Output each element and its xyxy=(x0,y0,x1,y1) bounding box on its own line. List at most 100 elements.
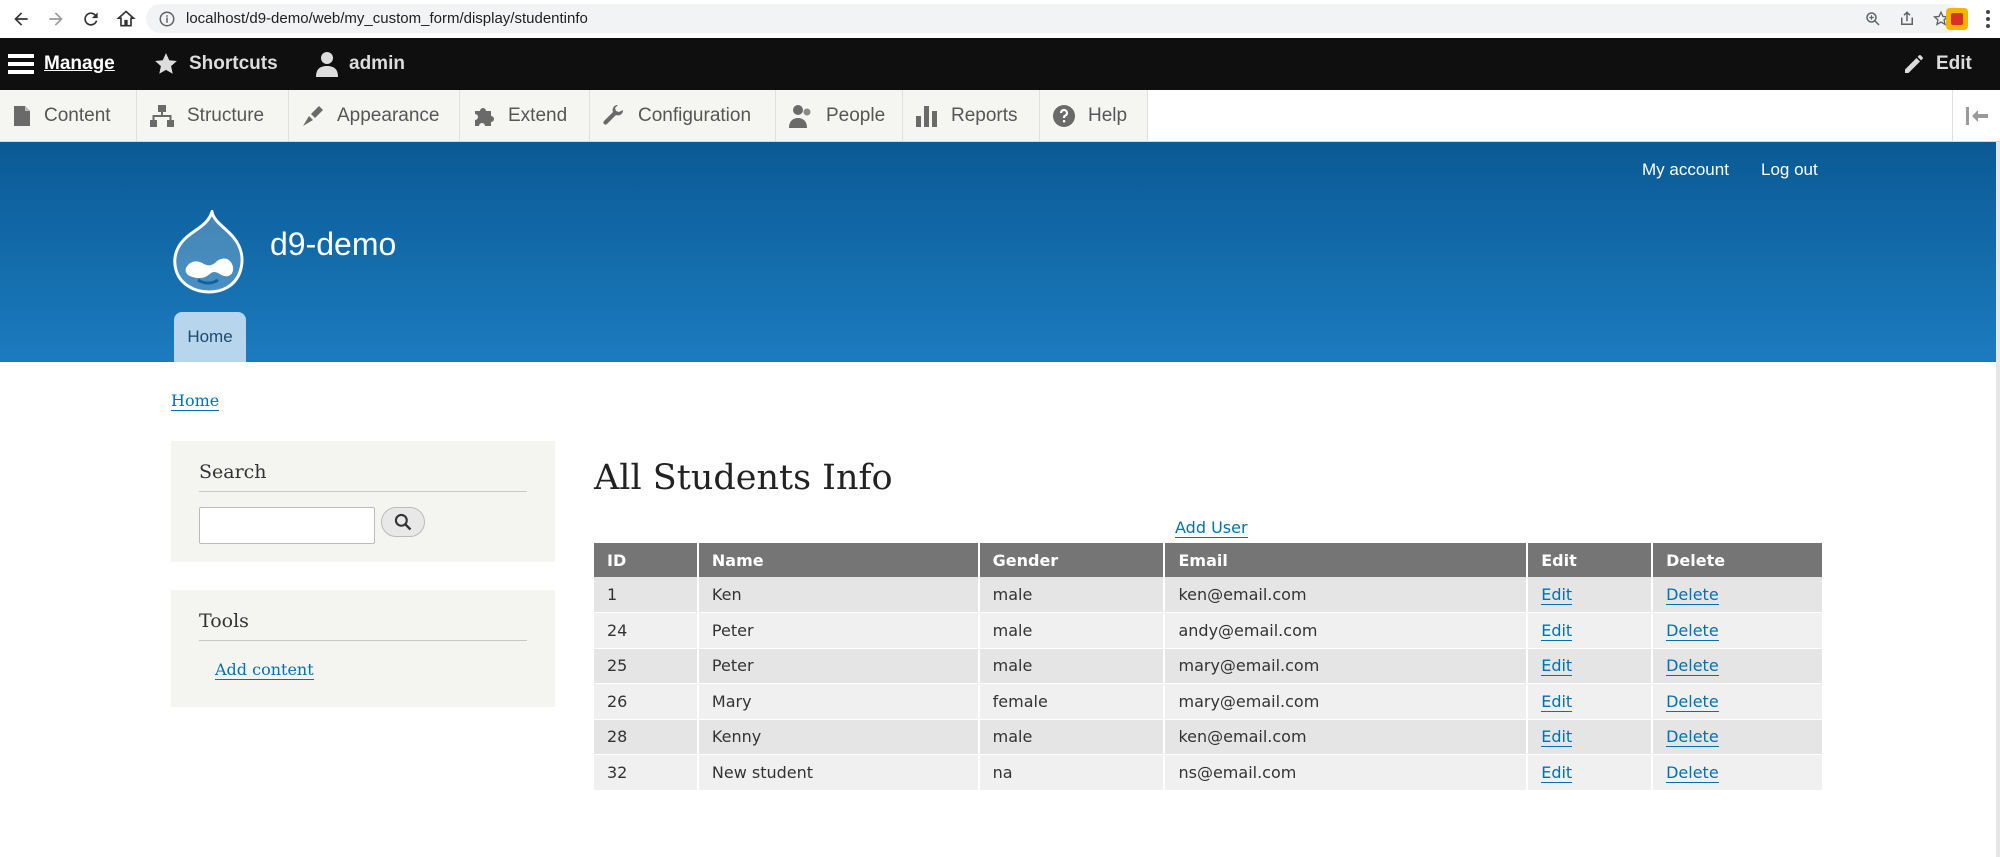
search-input[interactable] xyxy=(199,507,375,544)
menu-item-label: Content xyxy=(44,104,111,126)
url-text[interactable]: localhost/d9-demo/web/my_custom_form/dis… xyxy=(186,10,588,27)
extension-icon[interactable] xyxy=(1946,8,1968,30)
page-scrollbar[interactable] xyxy=(1996,142,2000,857)
delete-link[interactable]: Delete xyxy=(1666,762,1719,783)
help-icon xyxy=(1053,104,1075,127)
user-button[interactable]: admin xyxy=(315,38,405,90)
zoom-icon[interactable] xyxy=(1862,8,1884,30)
address-bar-actions xyxy=(1862,8,1952,30)
edit-link[interactable]: Edit xyxy=(1541,727,1573,748)
edit-link[interactable]: Edit xyxy=(1541,656,1573,677)
column-header-edit: Edit xyxy=(1527,543,1654,577)
site-header: My account Log out d9-demo Home xyxy=(0,142,2000,362)
cell-delete: Delete xyxy=(1652,612,1824,649)
cell-name: Mary xyxy=(697,683,980,720)
back-icon[interactable] xyxy=(7,5,35,33)
menu-item-help[interactable]: Help xyxy=(1040,90,1148,141)
cell-name: New student xyxy=(697,754,980,791)
cell-delete: Delete xyxy=(1652,754,1824,791)
home-icon[interactable] xyxy=(112,5,140,33)
address-bar[interactable]: localhost/d9-demo/web/my_custom_form/dis… xyxy=(146,4,1962,33)
browser-bar: localhost/d9-demo/web/my_custom_form/dis… xyxy=(0,0,2000,38)
cell-name: Kenny xyxy=(697,719,980,755)
cell-email: ken@email.com xyxy=(1164,719,1529,755)
search-button[interactable] xyxy=(381,507,425,537)
menu-item-configuration[interactable]: Configuration xyxy=(590,90,776,141)
cell-delete: Delete xyxy=(1652,648,1824,684)
admin-toolbar: Manage Shortcuts admin Edit xyxy=(0,38,2000,90)
brush-icon xyxy=(303,105,323,126)
cell-delete: Delete xyxy=(1652,683,1824,720)
table-row: 25 Peter male mary@email.com Edit Delete xyxy=(594,648,1824,684)
search-block: Search xyxy=(171,441,555,562)
menu-item-structure[interactable]: Structure xyxy=(137,90,289,141)
cell-name: Peter xyxy=(697,612,980,649)
menu-item-label: People xyxy=(826,104,886,126)
menu-item-label: Extend xyxy=(508,104,568,126)
file-icon xyxy=(14,105,30,126)
cell-delete: Delete xyxy=(1652,577,1824,613)
browser-menu-icon[interactable] xyxy=(1982,8,1994,30)
menu-item-appearance[interactable]: Appearance xyxy=(289,90,460,141)
column-header-email: Email xyxy=(1164,543,1529,577)
delete-link[interactable]: Delete xyxy=(1666,691,1719,712)
shortcuts-label: Shortcuts xyxy=(189,53,278,74)
table-row: 1 Ken male ken@email.com Edit Delete xyxy=(594,577,1824,613)
shortcuts-button[interactable]: Shortcuts xyxy=(153,38,278,90)
nav-tab-home[interactable]: Home xyxy=(174,312,246,362)
user-icon xyxy=(316,52,338,77)
info-icon[interactable] xyxy=(158,10,176,28)
edit-link[interactable]: Edit xyxy=(1541,691,1573,712)
menu-item-content[interactable]: Content xyxy=(0,90,137,141)
pencil-icon xyxy=(1905,55,1923,73)
cell-gender: male xyxy=(978,612,1166,649)
manage-button[interactable]: Manage xyxy=(8,38,115,90)
page-title: All Students Info xyxy=(594,458,893,498)
share-icon[interactable] xyxy=(1896,8,1918,30)
cell-id: 25 xyxy=(594,648,699,684)
cell-edit: Edit xyxy=(1527,648,1654,684)
breadcrumb-home-link[interactable]: Home xyxy=(171,391,220,411)
wrench-icon xyxy=(603,104,624,125)
delete-link[interactable]: Delete xyxy=(1666,585,1719,605)
students-table: ID Name Gender Email Edit Delete 1 Ken m… xyxy=(594,543,1824,791)
table-row: 24 Peter male andy@email.com Edit Delete xyxy=(594,612,1824,649)
cell-id: 1 xyxy=(594,577,699,613)
menu-item-people[interactable]: People xyxy=(776,90,903,141)
drupal-logo-icon[interactable] xyxy=(172,210,246,294)
puzzle-icon xyxy=(475,107,494,126)
add-content-link[interactable]: Add content xyxy=(215,660,314,680)
forward-icon[interactable] xyxy=(42,5,70,33)
tools-block-title: Tools xyxy=(199,610,249,632)
cell-email: andy@email.com xyxy=(1164,612,1529,649)
divider xyxy=(199,640,527,641)
cell-delete: Delete xyxy=(1652,719,1824,755)
delete-link[interactable]: Delete xyxy=(1666,620,1719,641)
menu-item-reports[interactable]: Reports xyxy=(903,90,1040,141)
cell-gender: female xyxy=(978,683,1166,720)
menu-item-label: Reports xyxy=(951,104,1018,126)
people-icon xyxy=(789,104,811,128)
delete-link[interactable]: Delete xyxy=(1666,656,1719,677)
edit-link[interactable]: Edit xyxy=(1541,762,1573,783)
delete-link[interactable]: Delete xyxy=(1666,727,1719,748)
edit-link[interactable]: Edit xyxy=(1541,620,1573,641)
edit-label: Edit xyxy=(1936,53,1972,74)
edit-link[interactable]: Edit xyxy=(1541,585,1573,605)
my-account-link[interactable]: My account xyxy=(1642,160,1729,180)
reload-icon[interactable] xyxy=(77,5,105,33)
menu-item-extend[interactable]: Extend xyxy=(460,90,590,141)
cell-edit: Edit xyxy=(1527,754,1654,791)
site-name[interactable]: d9-demo xyxy=(270,226,396,263)
cell-email: ken@email.com xyxy=(1164,577,1529,613)
add-user-link[interactable]: Add User xyxy=(1175,518,1248,538)
edit-mode-button[interactable]: Edit xyxy=(1902,38,1972,90)
cell-gender: male xyxy=(978,719,1166,755)
cell-gender: male xyxy=(978,648,1166,684)
admin-menu-tray: Content Structure Appearance Extend Conf… xyxy=(0,90,2000,142)
column-header-name: Name xyxy=(697,543,980,577)
tray-orientation-toggle[interactable] xyxy=(1952,90,2000,141)
cell-name: Ken xyxy=(697,577,980,613)
log-out-link[interactable]: Log out xyxy=(1761,160,1818,180)
cell-gender: na xyxy=(978,754,1166,791)
